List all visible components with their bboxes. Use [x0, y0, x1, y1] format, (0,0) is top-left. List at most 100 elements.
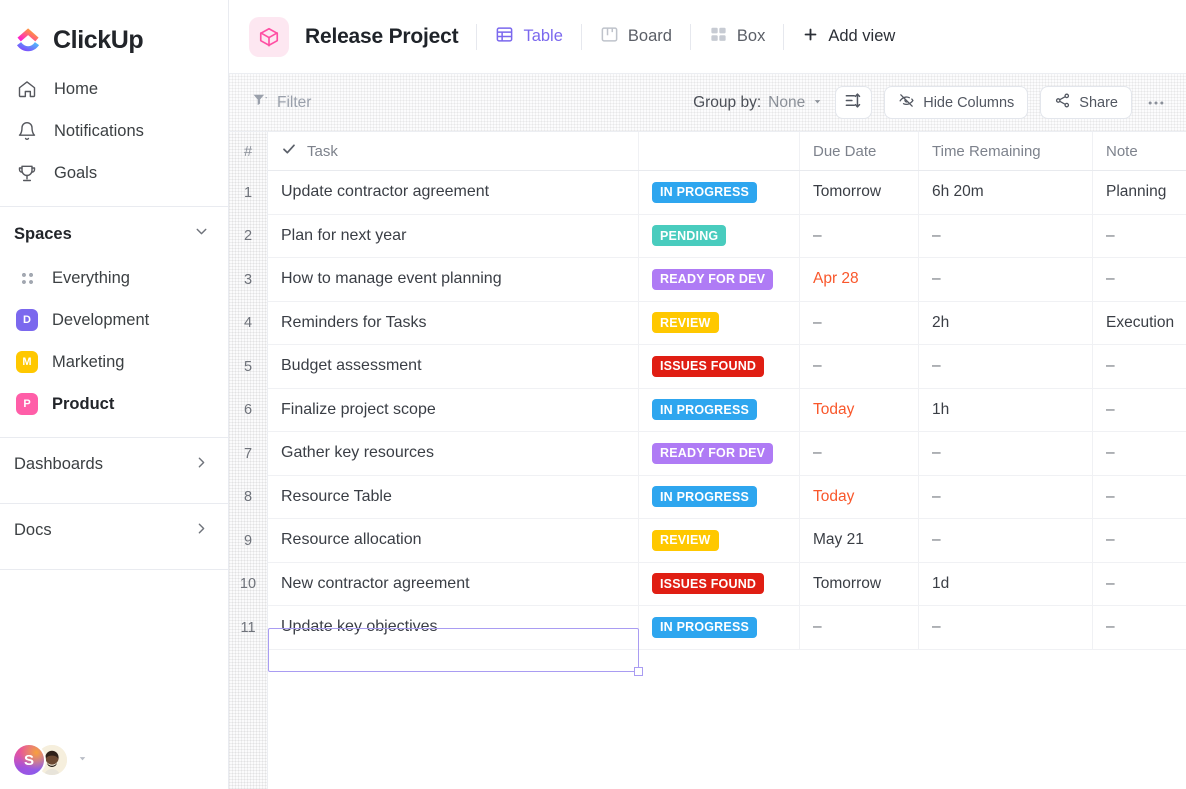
table-row[interactable]: Budget assessment ISSUES FOUND – – –: [268, 345, 1186, 389]
sidebar-item-docs[interactable]: Docs: [0, 504, 228, 557]
cell-note[interactable]: –: [1093, 432, 1186, 475]
table-row[interactable]: Resource allocation REVIEW May 21 – –: [268, 519, 1186, 563]
column-header-note[interactable]: Note: [1093, 132, 1186, 170]
cell-task[interactable]: Reminders for Tasks: [268, 301, 639, 344]
cell-task-selected[interactable]: Update key objectives: [268, 606, 639, 649]
table-row[interactable]: Update key objectives IN PROGRESS – – –: [268, 606, 1186, 650]
cell-time-remaining[interactable]: –: [919, 606, 1093, 649]
status-badge: REVIEW: [652, 312, 719, 334]
table-row[interactable]: Gather key resources READY FOR DEV – – –: [268, 432, 1186, 476]
cell-note[interactable]: –: [1093, 215, 1186, 258]
column-header-time-remaining[interactable]: Time Remaining: [919, 132, 1093, 170]
cell-task[interactable]: Resource Table: [268, 475, 639, 518]
user-avatars[interactable]: S: [12, 743, 88, 777]
column-header-task[interactable]: Task: [268, 132, 639, 170]
nav-item-notifications[interactable]: Notifications: [0, 110, 228, 152]
sidebar-item-dashboards[interactable]: Dashboards: [0, 438, 228, 491]
sidebar-item-product[interactable]: P Product: [0, 383, 228, 425]
cell-status[interactable]: ISSUES FOUND: [639, 345, 800, 388]
cell-task[interactable]: Finalize project scope: [268, 388, 639, 431]
avatar-dropdown-icon[interactable]: [77, 751, 88, 769]
table-row[interactable]: New contractor agreement ISSUES FOUND To…: [268, 562, 1186, 606]
table-row[interactable]: Plan for next year PENDING – – –: [268, 214, 1186, 258]
spaces-header[interactable]: Spaces: [0, 211, 228, 257]
table-row[interactable]: How to manage event planning READY FOR D…: [268, 258, 1186, 302]
cell-task[interactable]: Plan for next year: [268, 214, 639, 257]
cell-task[interactable]: How to manage event planning: [268, 258, 639, 301]
cell-due-date[interactable]: –: [800, 345, 919, 388]
cell-due-date[interactable]: Tomorrow: [800, 562, 919, 605]
table-row[interactable]: Update contractor agreement IN PROGRESS …: [268, 171, 1186, 215]
cell-time-remaining[interactable]: –: [919, 475, 1093, 518]
brand[interactable]: ClickUp: [0, 0, 228, 62]
column-header-status[interactable]: [639, 132, 800, 170]
cell-time-remaining[interactable]: –: [919, 345, 1093, 388]
cell-due-date[interactable]: Tomorrow: [800, 171, 919, 214]
sidebar-item-everything[interactable]: Everything: [0, 257, 228, 299]
group-by-control[interactable]: Group by: None: [693, 94, 823, 112]
cell-task[interactable]: New contractor agreement: [268, 562, 639, 605]
cell-note[interactable]: –: [1093, 563, 1186, 606]
cell-time-remaining[interactable]: 1d: [919, 562, 1093, 605]
cell-status[interactable]: READY FOR DEV: [639, 432, 800, 475]
cell-due-date[interactable]: Today: [800, 475, 919, 518]
cell-note[interactable]: –: [1093, 345, 1186, 388]
cell-time-remaining[interactable]: 6h 20m: [919, 171, 1093, 214]
hide-columns-button[interactable]: Hide Columns: [884, 86, 1029, 119]
cell-due-date[interactable]: Today: [800, 388, 919, 431]
cell-due-date[interactable]: May 21: [800, 519, 919, 562]
tab-board[interactable]: Board: [600, 25, 672, 49]
cell-status[interactable]: IN PROGRESS: [639, 388, 800, 431]
cell-status[interactable]: REVIEW: [639, 519, 800, 562]
cell-note[interactable]: –: [1093, 389, 1186, 432]
cell-status[interactable]: IN PROGRESS: [639, 171, 800, 214]
cell-task[interactable]: Budget assessment: [268, 345, 639, 388]
more-options-button[interactable]: [1144, 93, 1172, 113]
cell-note[interactable]: Planning: [1093, 171, 1186, 214]
share-button[interactable]: Share: [1040, 86, 1132, 119]
sidebar-item-development[interactable]: D Development: [0, 299, 228, 341]
chevron-down-icon[interactable]: [193, 223, 210, 245]
filter-button[interactable]: Filter: [251, 91, 311, 114]
cell-note[interactable]: Execution: [1093, 302, 1186, 345]
cell-selection-handle[interactable]: [634, 667, 643, 676]
nav-item-goals[interactable]: Goals: [0, 152, 228, 194]
cell-due-date[interactable]: –: [800, 214, 919, 257]
nav-item-home[interactable]: Home: [0, 68, 228, 110]
cell-status[interactable]: IN PROGRESS: [639, 606, 800, 649]
cell-due-date[interactable]: –: [800, 606, 919, 649]
tab-table[interactable]: Table: [495, 25, 563, 49]
cell-status[interactable]: REVIEW: [639, 301, 800, 344]
cell-time-remaining[interactable]: –: [919, 258, 1093, 301]
cell-due-date[interactable]: Apr 28: [800, 258, 919, 301]
cell-status[interactable]: IN PROGRESS: [639, 475, 800, 518]
chevron-right-icon[interactable]: [193, 520, 210, 542]
cell-task[interactable]: Update contractor agreement: [268, 171, 639, 214]
cell-task[interactable]: Gather key resources: [268, 432, 639, 475]
table-row[interactable]: Reminders for Tasks REVIEW – 2h Executio…: [268, 301, 1186, 345]
sidebar-item-marketing[interactable]: M Marketing: [0, 341, 228, 383]
cell-time-remaining[interactable]: –: [919, 519, 1093, 562]
cell-time-remaining[interactable]: –: [919, 214, 1093, 257]
cell-status[interactable]: PENDING: [639, 214, 800, 257]
cell-status[interactable]: READY FOR DEV: [639, 258, 800, 301]
cell-time-remaining[interactable]: 2h: [919, 301, 1093, 344]
table-row[interactable]: Resource Table IN PROGRESS Today – –: [268, 475, 1186, 519]
cell-time-remaining[interactable]: –: [919, 432, 1093, 475]
add-view-button[interactable]: Add view: [802, 26, 895, 48]
sort-button[interactable]: [835, 86, 873, 119]
table-row[interactable]: Finalize project scope IN PROGRESS Today…: [268, 388, 1186, 432]
cell-status[interactable]: ISSUES FOUND: [639, 562, 800, 605]
tab-box[interactable]: Box: [709, 25, 765, 49]
cell-task[interactable]: Resource allocation: [268, 519, 639, 562]
avatar-current-user[interactable]: S: [12, 743, 46, 777]
cell-note[interactable]: –: [1093, 606, 1186, 649]
cell-time-remaining[interactable]: 1h: [919, 388, 1093, 431]
cell-due-date[interactable]: –: [800, 432, 919, 475]
chevron-right-icon[interactable]: [193, 454, 210, 476]
cell-note[interactable]: –: [1093, 519, 1186, 562]
cell-note[interactable]: –: [1093, 476, 1186, 519]
cell-note[interactable]: –: [1093, 258, 1186, 301]
cell-due-date[interactable]: –: [800, 301, 919, 344]
column-header-due-date[interactable]: Due Date: [800, 132, 919, 170]
